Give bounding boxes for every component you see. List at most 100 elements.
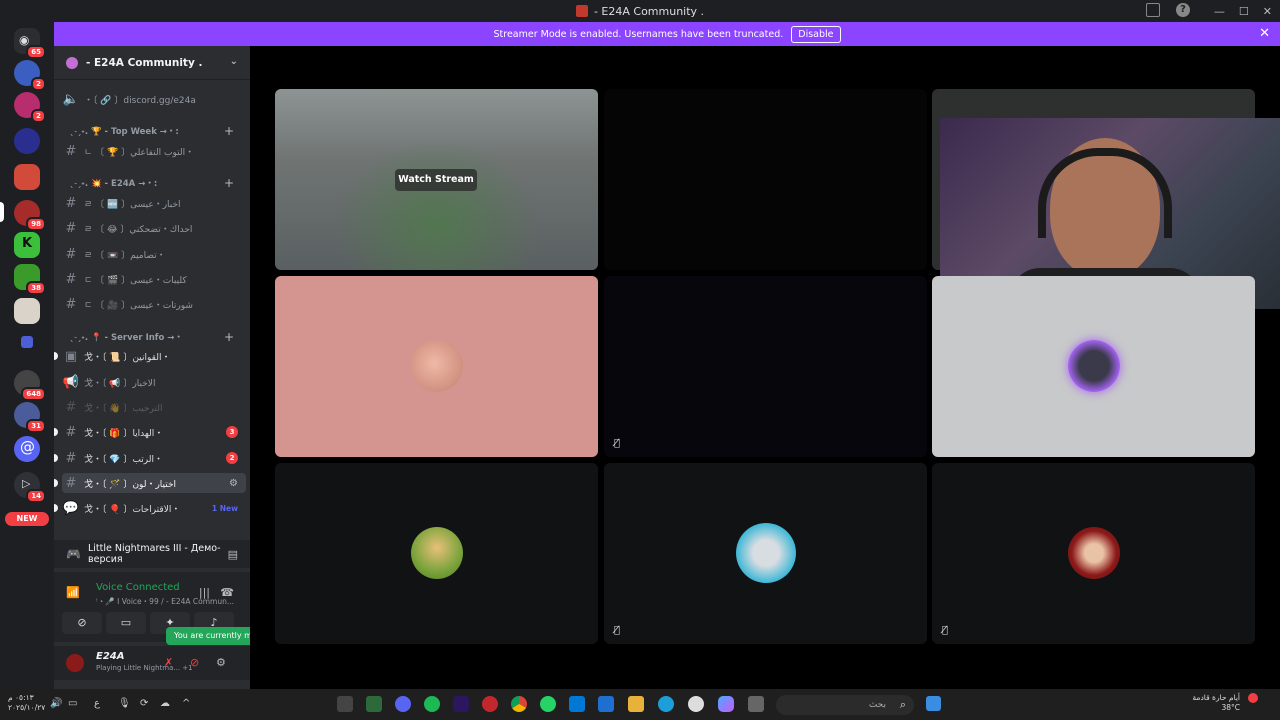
taskbar-discord-icon[interactable] xyxy=(395,696,411,712)
server-icon[interactable] xyxy=(14,164,40,190)
noise-suppression-icon[interactable]: ||| xyxy=(199,586,210,599)
server-icon[interactable]: 648 xyxy=(14,370,46,401)
channel-ranks[interactable]: # 戈・〔 💎 〕الرتب・ 2 xyxy=(54,448,246,468)
taskbar-copilot-icon[interactable] xyxy=(718,696,734,712)
inbox-icon[interactable] xyxy=(1146,3,1160,17)
voice-status[interactable]: Voice Connected xyxy=(96,582,180,593)
taskbar-chatgpt-icon[interactable] xyxy=(688,696,704,712)
overlay-icon[interactable]: ▤ xyxy=(228,548,238,561)
taskbar-app-icon[interactable] xyxy=(569,696,585,712)
stream-tile[interactable]: Watch Stream xyxy=(275,89,598,270)
channel-invite[interactable]: 🔈 ・〔 🔗 〕discord.gg/e24a xyxy=(62,89,246,109)
participant-tile[interactable] xyxy=(275,276,598,457)
participant-tile[interactable]: 🎙̸ xyxy=(932,463,1255,644)
taskbar-app-icon[interactable] xyxy=(748,696,764,712)
hash-icon: # xyxy=(65,195,77,211)
taskbar-store-icon[interactable] xyxy=(598,696,614,712)
server-icon[interactable]: K xyxy=(14,232,40,258)
window-title: - E24A Community . xyxy=(593,4,705,18)
watch-stream-button[interactable]: Watch Stream xyxy=(395,169,477,191)
windows-start-icon[interactable] xyxy=(926,696,941,711)
server-icon[interactable]: 98 xyxy=(14,200,46,231)
taskbar-app-icon[interactable] xyxy=(366,696,382,712)
channel-announcements[interactable]: 📢 戈・〔 📢 〕الاخبار xyxy=(62,372,246,392)
taskbar-spotify-icon[interactable] xyxy=(424,696,440,712)
language-icon[interactable]: ع xyxy=(94,698,100,709)
channel-e24a-funny[interactable]: # ㄹ 〔 😂 〕احداك・تضحكني xyxy=(62,218,246,238)
channel-e24a-news[interactable]: # ㄹ 〔 🆕 〕اخبار・عيسى xyxy=(62,193,246,213)
participant-tile[interactable] xyxy=(932,276,1255,457)
taskbar-search-input[interactable]: بحث ⌕ xyxy=(776,695,914,715)
server-icon[interactable]: @ xyxy=(14,436,40,462)
home-button[interactable]: ◉ 65 xyxy=(14,28,46,59)
minimize-icon[interactable]: — xyxy=(1214,5,1225,18)
taskbar-premiere-icon[interactable] xyxy=(453,696,469,712)
taskbar-whatsapp-icon[interactable] xyxy=(540,696,556,712)
channel-top-week[interactable]: # ㄴ 〔 🏆 〕التوب التفاعلي・ xyxy=(62,141,246,161)
username[interactable]: E24A xyxy=(96,651,125,662)
channel-choose-color[interactable]: # 戈・〔 🪄 〕اختيار・لون ⚙ xyxy=(54,473,246,493)
close-banner-icon[interactable]: ✕ xyxy=(1259,26,1270,41)
taskbar-edge-icon[interactable] xyxy=(658,696,674,712)
participant-tile[interactable]: 🎙̸ xyxy=(604,463,927,644)
chevron-down-icon[interactable]: ⌄ xyxy=(230,56,238,67)
server-icon[interactable] xyxy=(14,298,40,324)
channel-gifts[interactable]: # 戈・〔 🎁 〕الهدايا・ 3 xyxy=(54,422,246,442)
mic-muted-icon: 🎙̸ xyxy=(614,625,621,636)
server-icon[interactable]: 31 xyxy=(14,402,46,433)
channel-e24a-clips[interactable]: # ㄷ 〔 🎬 〕كليبات・عيسى xyxy=(62,269,246,289)
cloud-icon[interactable]: ☁ xyxy=(160,698,170,709)
taskbar-clock[interactable]: ٠٥:١٣ م ٢٠٢٥/١٠/٢٧ xyxy=(8,693,45,713)
category-top-week[interactable]: ˎ˗ˏ˖. 🏆 - Top Week →・: + xyxy=(70,124,240,138)
deafen-icon[interactable]: ⊘ xyxy=(190,656,199,669)
weather-widget[interactable]: أيام حارة قادمة 38°C xyxy=(1192,693,1240,713)
help-icon[interactable]: ? xyxy=(1176,3,1190,17)
server-header[interactable]: - E24A Community . ⌄ xyxy=(54,46,250,80)
taskbar-app-icon[interactable] xyxy=(337,696,353,712)
chevron-up-icon[interactable]: ^ xyxy=(182,698,190,709)
channel-e24a-designs[interactable]: # ㄹ 〔 📼 〕تصاميم・ xyxy=(62,244,246,264)
channel-welcome[interactable]: # 戈・〔 👋 〕الترحيب xyxy=(62,397,246,417)
channel-e24a-shorts[interactable]: # ㄷ 〔 🎥 〕شورتات・عيسى xyxy=(62,294,246,314)
participant-tile[interactable]: 🎙̸ xyxy=(604,276,927,457)
disable-streamer-mode-button[interactable]: Disable xyxy=(791,25,841,43)
participant-tile[interactable] xyxy=(275,463,598,644)
folder-icon[interactable] xyxy=(21,336,33,348)
server-icon[interactable]: 2 xyxy=(14,60,46,91)
voice-channel-name[interactable]: ꜝ・🎤 I Voice・99 / - E24A Commun... xyxy=(96,596,234,607)
close-window-icon[interactable]: ✕ xyxy=(1263,5,1272,18)
disconnect-icon[interactable]: ☎ xyxy=(220,586,234,599)
channel-settings-icon[interactable]: ⚙ xyxy=(229,478,238,489)
game-activity-panel[interactable]: 🎮 Little Nightmares III - Демо-версия ▤ xyxy=(54,540,250,568)
add-channel-icon[interactable]: + xyxy=(224,124,234,138)
mic-muted-icon[interactable]: ✗ xyxy=(164,656,173,669)
avatar[interactable] xyxy=(66,654,84,672)
video-button[interactable]: ⊘ xyxy=(62,612,102,634)
sync-icon[interactable]: ⟳ xyxy=(140,698,148,709)
participant-avatar xyxy=(1068,340,1120,392)
add-channel-icon[interactable]: + xyxy=(224,330,234,344)
channel-rules[interactable]: ▣ 戈・〔 📜 〕القوانين・ xyxy=(54,346,246,366)
monitor-icon[interactable]: ▭ xyxy=(68,698,77,709)
clock-date: ٢٠٢٥/١٠/٢٧ xyxy=(8,703,46,712)
server-icon[interactable] xyxy=(14,128,40,154)
taskbar-chrome-icon[interactable] xyxy=(511,696,527,712)
category-label: ˎ˗ˏ˖. 🏆 - Top Week →・: xyxy=(70,127,179,137)
volume-icon[interactable]: 🔊 xyxy=(50,698,62,709)
server-icon[interactable]: 38 xyxy=(14,264,46,295)
server-icon[interactable]: 2 xyxy=(14,92,46,123)
server-icon[interactable]: ▷ 14 xyxy=(14,472,46,503)
gear-icon[interactable]: ⚙ xyxy=(216,656,226,669)
add-channel-icon[interactable]: + xyxy=(224,176,234,190)
screen-share-button[interactable]: ▭ xyxy=(106,612,146,634)
guild-badge: 65 xyxy=(26,45,46,59)
mic-icon[interactable]: 🎙 xyxy=(118,698,131,709)
taskbar-folder-icon[interactable] xyxy=(628,696,644,712)
taskbar-app-icon[interactable] xyxy=(482,696,498,712)
k-icon: K xyxy=(22,236,33,251)
category-e24a[interactable]: ˎ˗ˏ˖. 💥 - E24A →・: + xyxy=(70,176,240,190)
participant-tile[interactable] xyxy=(604,89,927,270)
maximize-icon[interactable]: ☐ xyxy=(1239,5,1249,18)
channel-suggestions[interactable]: 💬 戈・〔 🎈 〕الاقتراحات・ 1 New xyxy=(54,498,246,518)
category-server-info[interactable]: ˎ˗ˏ˖. 📍 - Server Info →・ + xyxy=(70,330,240,344)
